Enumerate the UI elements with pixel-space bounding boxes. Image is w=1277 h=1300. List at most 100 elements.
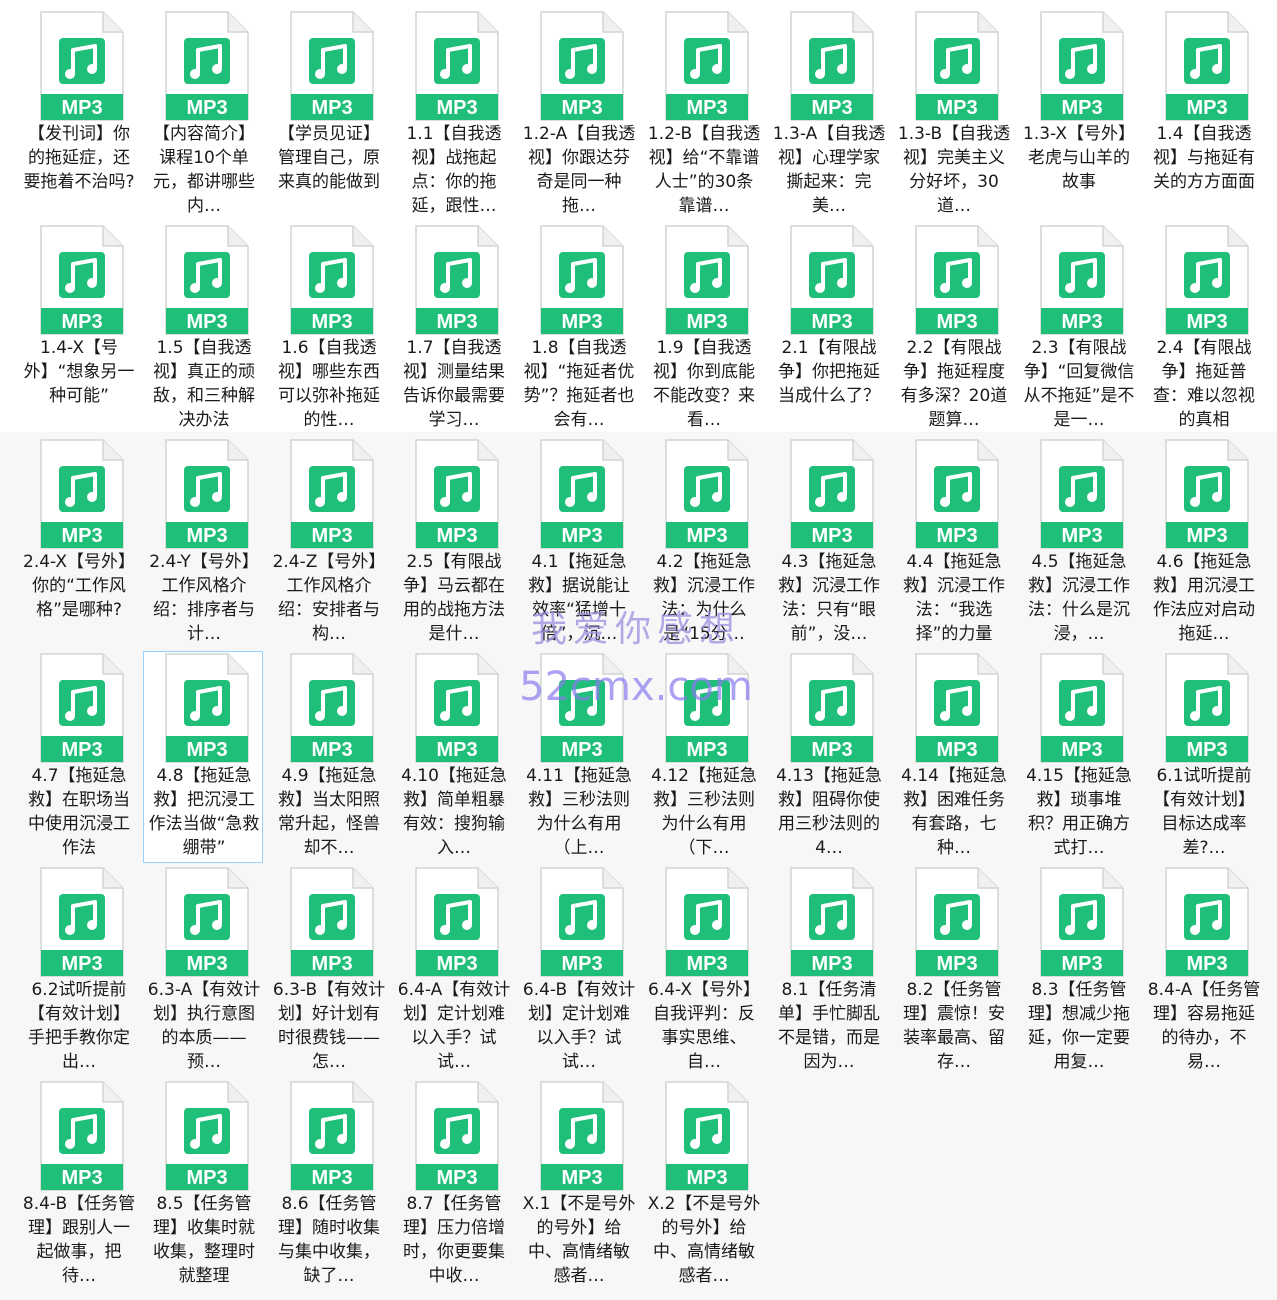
file-item[interactable]: MP3 1.8【自我透视】“拖延者优势”？拖延者也会有… <box>518 223 638 435</box>
file-item[interactable]: MP3 【发刊词】你的拖延症，还要拖着不治吗? <box>18 9 138 221</box>
file-item[interactable]: MP3 6.4-X【号外】自我评判：反事实思维、自… <box>643 865 763 1077</box>
file-item[interactable]: MP3 4.8【拖延急救】把沉浸工作法当做“急救绷带” <box>143 651 263 863</box>
file-name: 2.2【有限战争】拖延程度有多深？20道题算… <box>900 338 1008 430</box>
file-item[interactable]: MP3 4.1【拖延急救】据说能让效率“猛增十倍”，沉… <box>518 437 638 649</box>
file-item[interactable]: MP3 1.6【自我透视】哪些东西可以弥补拖延的性… <box>268 223 388 435</box>
file-item[interactable]: MP3 4.5【拖延急救】沉浸工作法：什么是沉浸，… <box>1018 437 1138 649</box>
file-item[interactable]: MP3 8.6【任务管理】随时收集与集中收集，缺了… <box>268 1079 388 1291</box>
file-item[interactable]: MP3 8.4-B【任务管理】跟别人一起做事，把待… <box>18 1079 138 1291</box>
icon-badge: MP3 <box>186 1167 227 1189</box>
icon-badge: MP3 <box>1061 311 1102 333</box>
file-item[interactable]: MP3 2.4-X【号外】你的“工作风格”是哪种? <box>18 437 138 649</box>
file-item[interactable]: MP3 2.5【有限战争】马云都在用的战拖方法是什… <box>393 437 513 649</box>
file-name: 4.10【拖延急救】简单粗暴有效：搜狗输入… <box>401 766 507 858</box>
file-item[interactable]: MP3 2.4-Y【号外】工作风格介绍：排序者与计… <box>143 437 263 649</box>
file-item[interactable]: MP3 1.4【自我透视】与拖延有关的方方面面 <box>1143 9 1263 221</box>
mp3-file-icon: MP3 <box>914 438 1000 550</box>
file-item[interactable]: MP3 2.2【有限战争】拖延程度有多深？20道题算… <box>893 223 1013 435</box>
file-name: 6.4-A【有效计划】定计划难以入手？试试… <box>397 980 511 1072</box>
file-item[interactable]: MP3 8.7【任务管理】压力倍增时，你更要集中收… <box>393 1079 513 1291</box>
file-item[interactable]: MP3 1.7【自我透视】测量结果告诉你最需要学习… <box>393 223 513 435</box>
file-item[interactable]: MP3 X.2【不是号外的号外】给中、高情绪敏感者… <box>643 1079 763 1291</box>
file-item[interactable]: MP3 4.10【拖延急救】简单粗暴有效：搜狗输入… <box>393 651 513 863</box>
file-item[interactable]: MP3 1.3-B【自我透视】完美主义分好坏，30道… <box>893 9 1013 221</box>
icon-badge: MP3 <box>186 97 227 119</box>
file-item[interactable]: MP3 4.12【拖延急救】三秒法则为什么有用（下… <box>643 651 763 863</box>
file-item[interactable]: MP3 2.4【有限战争】拖延普查：难以忽视的真相 <box>1143 223 1263 435</box>
mp3-file-icon: MP3 <box>414 1080 500 1192</box>
file-item[interactable]: MP3 【内容简介】课程10个单元，都讲哪些内… <box>143 9 263 221</box>
icon-badge: MP3 <box>561 1167 602 1189</box>
file-item[interactable]: MP3 4.6【拖延急救】用沉浸工作法应对启动拖延… <box>1143 437 1263 649</box>
file-item[interactable]: MP3 4.9【拖延急救】当太阳照常升起，怪兽却不… <box>268 651 388 863</box>
file-item[interactable]: MP3 4.14【拖延急救】困难任务有套路，七种… <box>893 651 1013 863</box>
file-item[interactable]: MP3 1.2-A【自我透视】你跟达芬奇是同一种拖… <box>518 9 638 221</box>
mp3-file-icon: MP3 <box>164 438 250 550</box>
mp3-file-icon: MP3 <box>414 866 500 978</box>
file-name: 1.3-B【自我透视】完美主义分好坏，30道… <box>897 124 1011 216</box>
icon-badge: MP3 <box>61 953 102 975</box>
file-item[interactable]: MP3 6.4-A【有效计划】定计划难以入手？试试… <box>393 865 513 1077</box>
file-name: 1.4-X【号外】“想象另一种可能” <box>23 338 135 406</box>
icon-badge: MP3 <box>811 311 852 333</box>
file-item[interactable]: MP3 8.1【任务清单】手忙脚乱不是错，而是因为… <box>768 865 888 1077</box>
file-item[interactable]: MP3 X.1【不是号外的号外】给中、高情绪敏感者… <box>518 1079 638 1291</box>
file-item[interactable]: MP3 2.1【有限战争】你把拖延当成什么了？ <box>768 223 888 435</box>
file-item[interactable]: MP3 4.13【拖延急救】阻碍你使用三秒法则的4… <box>768 651 888 863</box>
file-item[interactable]: MP3 6.3-A【有效计划】执行意图的本质——预… <box>143 865 263 1077</box>
file-item[interactable]: MP3 8.4-A【任务管理】容易拖延的待办，不易… <box>1143 865 1263 1077</box>
mp3-file-icon: MP3 <box>39 1080 125 1192</box>
file-item[interactable]: MP3 1.5【自我透视】真正的顽敌，和三种解决办法 <box>143 223 263 435</box>
file-name: 6.1试听提前【有效计划】目标达成率差?… <box>1153 766 1255 858</box>
file-item[interactable]: MP3 4.3【拖延急救】沉浸工作法：只有“眼前”，没… <box>768 437 888 649</box>
file-name: 1.8【自我透视】“拖延者优势”？拖延者也会有… <box>523 338 635 430</box>
file-item[interactable]: MP3 8.5【任务管理】收集时就收集，整理时就整理 <box>143 1079 263 1291</box>
file-item[interactable]: MP3 6.4-B【有效计划】定计划难以入手？试试… <box>518 865 638 1077</box>
mp3-file-icon: MP3 <box>39 224 125 336</box>
file-item[interactable]: MP3 6.2试听提前【有效计划】手把手教你定出… <box>18 865 138 1077</box>
icon-badge: MP3 <box>686 1167 727 1189</box>
file-item[interactable]: MP3 【学员见证】管理自己，原来真的能做到 <box>268 9 388 221</box>
file-item[interactable]: MP3 4.11【拖延急救】三秒法则为什么有用（上… <box>518 651 638 863</box>
file-name: 4.3【拖延急救】沉浸工作法：只有“眼前”，没… <box>778 552 880 644</box>
file-name: 2.4【有限战争】拖延普查：难以忽视的真相 <box>1153 338 1255 430</box>
mp3-file-icon: MP3 <box>1164 10 1250 122</box>
file-item[interactable]: MP3 1.9【自我透视】你到底能不能改变？来看… <box>643 223 763 435</box>
icon-badge: MP3 <box>811 525 852 547</box>
mp3-file-icon: MP3 <box>914 10 1000 122</box>
file-item[interactable]: MP3 2.3【有限战争】“回复微信从不拖延”是不是一… <box>1018 223 1138 435</box>
file-item[interactable]: MP3 1.3-X【号外】老虎与山羊的故事 <box>1018 9 1138 221</box>
icon-badge: MP3 <box>311 953 352 975</box>
icon-badge: MP3 <box>936 525 977 547</box>
file-item[interactable]: MP3 8.3【任务管理】想减少拖延，你一定要用复… <box>1018 865 1138 1077</box>
mp3-file-icon: MP3 <box>1164 652 1250 764</box>
file-item[interactable]: MP3 2.4-Z【号外】工作风格介绍：安排者与构… <box>268 437 388 649</box>
file-item[interactable]: MP3 1.1【自我透视】战拖起点：你的拖延，跟性… <box>393 9 513 221</box>
mp3-file-icon: MP3 <box>1164 438 1250 550</box>
file-item[interactable]: MP3 4.2【拖延急救】沉浸工作法：为什么是“15分… <box>643 437 763 649</box>
mp3-file-icon: MP3 <box>39 438 125 550</box>
file-item[interactable]: MP3 1.2-B【自我透视】给“不靠谱人士”的30条靠谱… <box>643 9 763 221</box>
mp3-file-icon: MP3 <box>289 438 375 550</box>
file-name: 6.4-B【有效计划】定计划难以入手？试试… <box>522 980 636 1072</box>
mp3-file-icon: MP3 <box>164 866 250 978</box>
file-item[interactable]: MP3 6.1试听提前【有效计划】目标达成率差?… <box>1143 651 1263 863</box>
file-item[interactable]: MP3 4.7【拖延急救】在职场当中使用沉浸工作法 <box>18 651 138 863</box>
file-item[interactable]: MP3 1.3-A【自我透视】心理学家撕起来：完美… <box>768 9 888 221</box>
file-item[interactable]: MP3 1.4-X【号外】“想象另一种可能” <box>18 223 138 435</box>
icon-badge: MP3 <box>561 97 602 119</box>
file-item[interactable]: MP3 6.3-B【有效计划】好计划有时很费钱——怎… <box>268 865 388 1077</box>
file-item[interactable]: MP3 4.4【拖延急救】沉浸工作法：“我选择”的力量 <box>893 437 1013 649</box>
icon-badge: MP3 <box>1061 953 1102 975</box>
file-item[interactable]: MP3 4.15【拖延急救】琐事堆积？用正确方式打… <box>1018 651 1138 863</box>
mp3-file-icon: MP3 <box>914 224 1000 336</box>
mp3-file-icon: MP3 <box>1039 224 1125 336</box>
file-name: 4.14【拖延急救】困难任务有套路，七种… <box>901 766 1007 858</box>
icon-badge: MP3 <box>1061 97 1102 119</box>
mp3-file-icon: MP3 <box>664 866 750 978</box>
icon-badge: MP3 <box>936 953 977 975</box>
icon-badge: MP3 <box>311 311 352 333</box>
mp3-file-icon: MP3 <box>664 1080 750 1192</box>
icon-badge: MP3 <box>61 311 102 333</box>
file-item[interactable]: MP3 8.2【任务管理】震惊！安装率最高、留存… <box>893 865 1013 1077</box>
